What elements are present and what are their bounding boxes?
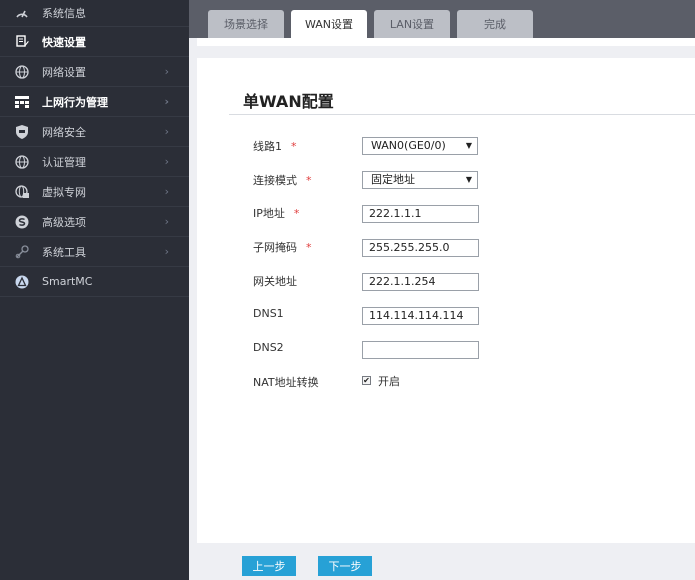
line-label: 线路1 * bbox=[253, 138, 297, 154]
line-select[interactable]: WAN0(GE0/0) ▼ bbox=[362, 137, 478, 155]
ip-input[interactable]: 222.1.1.1 bbox=[362, 205, 479, 223]
dns2-label: DNS2 bbox=[253, 341, 284, 354]
chevron-right-icon: › bbox=[164, 245, 169, 258]
sidebar-item-auth-management[interactable]: 认证管理 › bbox=[0, 147, 189, 177]
mask-label: 子网掩码 * bbox=[253, 239, 312, 255]
triangle-circle-icon bbox=[15, 275, 29, 289]
footer-bar: 上一步 下一步 bbox=[197, 543, 695, 580]
sidebar-item-label: SmartMC bbox=[42, 275, 93, 288]
shield-icon bbox=[15, 124, 29, 139]
nat-checkbox[interactable]: ✔ bbox=[362, 376, 371, 385]
sidebar-item-behavior-management[interactable]: 上网行为管理 › bbox=[0, 87, 189, 117]
edit-icon bbox=[15, 35, 29, 49]
chevron-right-icon: › bbox=[164, 95, 169, 108]
sidebar-item-label: 系统信息 bbox=[42, 7, 86, 20]
mode-label: 连接模式 * bbox=[253, 172, 312, 188]
page-title: 单WAN配置 bbox=[243, 92, 334, 111]
required-mark: * bbox=[306, 174, 312, 187]
main-panel: 单WAN配置 线路1 * WAN0(GE0/0) ▼ 连接模式 * 固定地址 ▼ IP地… bbox=[197, 58, 695, 543]
tab-scene-select[interactable]: 场景选择 bbox=[208, 10, 284, 38]
sidebar-item-system-info[interactable]: 系统信息 bbox=[0, 0, 189, 27]
chevron-right-icon: › bbox=[164, 215, 169, 228]
mask-input[interactable]: 255.255.255.0 bbox=[362, 239, 479, 257]
mode-label-text: 连接模式 bbox=[253, 174, 297, 187]
chevron-right-icon: › bbox=[164, 155, 169, 168]
chevron-right-icon: › bbox=[164, 65, 169, 78]
sidebar-item-label: 高级选项 bbox=[42, 215, 86, 229]
sidebar-item-network-settings[interactable]: 网络设置 › bbox=[0, 57, 189, 87]
tab-underband bbox=[197, 38, 695, 46]
sidebar-item-network-security[interactable]: 网络安全 › bbox=[0, 117, 189, 147]
sidebar-item-vpn[interactable]: 虚拟专网 › bbox=[0, 177, 189, 207]
ip-label-text: IP地址 bbox=[253, 207, 285, 220]
required-mark: * bbox=[293, 207, 300, 220]
chevron-right-icon: › bbox=[164, 125, 169, 138]
chevron-right-icon: › bbox=[164, 185, 169, 198]
nat-label: NAT地址转换 bbox=[253, 376, 319, 389]
speedometer-icon bbox=[15, 6, 29, 20]
ip-label: IP地址 * bbox=[253, 205, 299, 221]
globe-lock-icon bbox=[15, 184, 29, 199]
sidebar-item-smartmc[interactable]: SmartMC bbox=[0, 267, 189, 297]
sidebar-item-label: 网络设置 bbox=[42, 65, 86, 79]
sidebar-item-label: 系统工具 bbox=[42, 245, 86, 259]
sidebar-item-advanced-options[interactable]: 高级选项 › bbox=[0, 207, 189, 237]
line-label-text: 线路1 bbox=[253, 140, 282, 153]
dns1-label: DNS1 bbox=[253, 307, 284, 320]
mode-select-value: 固定地址 bbox=[371, 173, 415, 186]
mode-select[interactable]: 固定地址 ▼ bbox=[362, 171, 478, 189]
nat-checkbox-label: 开启 bbox=[378, 375, 400, 388]
tab-lan-settings[interactable]: LAN设置 bbox=[374, 10, 450, 38]
dns2-input[interactable] bbox=[362, 341, 479, 359]
sidebar-item-label: 虚拟专网 bbox=[42, 185, 86, 199]
line-select-value: WAN0(GE0/0) bbox=[371, 139, 446, 152]
dns1-input[interactable]: 114.114.114.114 bbox=[362, 307, 479, 325]
globe-icon bbox=[15, 154, 29, 169]
globe-icon bbox=[15, 64, 29, 79]
sidebar-item-label: 认证管理 bbox=[42, 155, 86, 169]
gateway-input[interactable]: 222.1.1.254 bbox=[362, 273, 479, 291]
dropdown-arrow-icon: ▼ bbox=[465, 175, 472, 184]
divider bbox=[229, 114, 695, 115]
required-mark: * bbox=[306, 241, 312, 254]
tools-icon bbox=[15, 244, 29, 259]
sidebar-item-quick-setup[interactable]: 快速设置 bbox=[0, 27, 189, 57]
dropdown-arrow-icon: ▼ bbox=[465, 141, 472, 150]
prev-button[interactable]: 上一步 bbox=[242, 556, 296, 576]
s-circle-icon bbox=[15, 215, 29, 229]
sidebar-item-label: 网络安全 bbox=[42, 125, 86, 139]
sidebar-item-label: 上网行为管理 bbox=[42, 95, 108, 109]
tab-wan-settings[interactable]: WAN设置 bbox=[291, 10, 367, 38]
sidebar-item-system-tools[interactable]: 系统工具 › bbox=[0, 237, 189, 267]
grid-icon bbox=[15, 95, 29, 109]
required-mark: * bbox=[291, 140, 297, 153]
mask-label-text: 子网掩码 bbox=[253, 241, 297, 254]
tab-finish[interactable]: 完成 bbox=[457, 10, 533, 38]
sidebar: 系统信息 快速设置 网络设置 › 上网行为管理 › 网络安全 › 认证管理 › bbox=[0, 0, 189, 580]
sidebar-item-label: 快速设置 bbox=[42, 35, 86, 49]
gateway-label: 网关地址 bbox=[253, 275, 297, 288]
next-button[interactable]: 下一步 bbox=[318, 556, 372, 576]
